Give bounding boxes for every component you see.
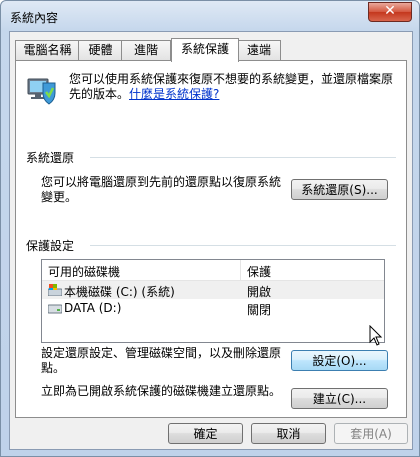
- column-header-protection[interactable]: 保護: [247, 263, 271, 280]
- column-separator: [240, 260, 241, 280]
- configure-button[interactable]: 設定(O)...: [291, 350, 388, 371]
- drive-list-header: 可用的磁碟機 保護: [42, 260, 384, 281]
- tab-computer-name[interactable]: 電腦名稱: [15, 40, 80, 60]
- apply-button[interactable]: 套用(A): [334, 423, 408, 444]
- drive-icon: [48, 304, 62, 314]
- close-button[interactable]: ✕: [368, 2, 412, 22]
- system-restore-group-label: 系統還原: [26, 151, 75, 165]
- drive-row[interactable]: 本機磁碟 (C:) (系統) 開啟: [42, 281, 384, 299]
- configure-description: 設定還原設定、管理磁碟空間，以及刪除還原點。: [41, 346, 282, 375]
- what-is-system-protection-link[interactable]: 什麼是系統保護?: [129, 87, 219, 101]
- intro-description: 您可以使用系統保護來復原不想要的系統變更，並還原檔案原先的版本。: [69, 72, 394, 101]
- cancel-button[interactable]: 取消: [251, 423, 326, 444]
- tab-remote[interactable]: 遠端: [237, 40, 281, 60]
- tab-advanced[interactable]: 進階: [121, 40, 171, 60]
- drive-name: DATA (D:): [64, 301, 122, 315]
- column-header-drives[interactable]: 可用的磁碟機: [48, 263, 120, 280]
- tab-system-protection[interactable]: 系統保護: [171, 38, 239, 62]
- dialog-client-area: 電腦名稱 硬體 進階 系統保護 遠端 您可以使用系統保護來復原不想要的系統變更，…: [9, 31, 413, 450]
- title-bar[interactable]: 系統內容 ✕: [1, 1, 419, 31]
- drive-list[interactable]: 可用的磁碟機 保護 本機磁碟 (C:) (系統) 開啟 DATA (D:) 關閉: [41, 259, 385, 343]
- drive-name: 本機磁碟 (C:) (系統): [64, 285, 175, 299]
- create-button[interactable]: 建立(C)...: [291, 388, 388, 409]
- drive-row[interactable]: DATA (D:) 關閉: [42, 299, 384, 317]
- protection-settings-group-label: 保護設定: [26, 239, 75, 253]
- ok-button[interactable]: 確定: [168, 423, 243, 444]
- system-restore-description: 您可以將電腦還原到先前的還原點以復原系統變更。: [41, 175, 282, 204]
- drive-protection-status: 關閉: [247, 303, 272, 317]
- create-description: 立即為已開啟系統保護的磁碟機建立還原點。: [41, 384, 282, 398]
- system-restore-button[interactable]: 系統還原(S)...: [291, 179, 388, 200]
- mouse-cursor-icon: [369, 325, 383, 346]
- system-protection-icon: [27, 78, 56, 105]
- tab-panel: 您可以使用系統保護來復原不想要的系統變更，並還原檔案原先的版本。什麼是系統保護?…: [15, 60, 407, 418]
- tab-hardware[interactable]: 硬體: [78, 40, 123, 60]
- window-title: 系統內容: [10, 11, 59, 25]
- drive-protection-status: 開啟: [247, 285, 272, 299]
- system-drive-icon: [48, 284, 62, 296]
- intro-text: 您可以使用系統保護來復原不想要的系統變更，並還原檔案原先的版本。什麼是系統保護?: [69, 72, 399, 102]
- system-properties-window: 系統內容 ✕ 電腦名稱 硬體 進階 系統保護 遠端 您可以使用系統保護來復原不想…: [0, 0, 420, 457]
- group-divider: [90, 245, 396, 246]
- group-divider: [90, 157, 396, 158]
